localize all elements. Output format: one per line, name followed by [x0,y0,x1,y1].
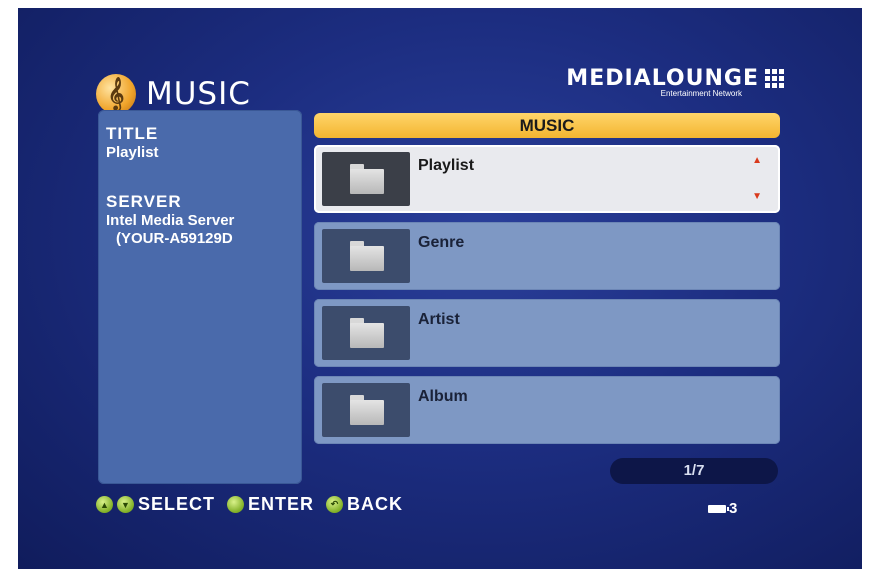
page-indicator: 1/7 [610,458,778,484]
list-item-playlist[interactable]: Playlist ▲ ▼ [314,145,780,213]
server-value-line2: (YOUR-A59129D [116,230,233,247]
folder-thumbnail [322,383,410,437]
server-value-line1: Intel Media Server [106,212,235,229]
folder-thumbnail [322,229,410,283]
title-value: Playlist [106,144,159,161]
list-item-album[interactable]: Album [314,376,780,444]
enter-button-icon [227,496,245,513]
back-hint: BACK [347,494,404,514]
list-header: MUSIC [314,113,780,138]
down-button-icon: ▼ [117,496,134,513]
up-button-icon: ▲ [96,496,113,513]
list-item-label: Playlist [418,157,475,174]
battery-icon [708,504,729,513]
section-title: MUSIC [146,76,251,112]
brand-grid-icon [765,69,784,88]
list-item-genre[interactable]: Genre [314,222,780,290]
folder-thumbnail [322,306,410,360]
enter-hint: ENTER [248,494,315,514]
tv-screen: 𝄞 MUSIC MEDIALOUNGE Entertainment Networ… [18,8,862,569]
battery-indicator: 3 [708,500,737,517]
folder-thumbnail [322,152,410,206]
list-item-label: Artist [418,311,460,328]
server-label: SERVER [106,192,182,211]
folder-icon [350,318,384,348]
title-label: TITLE [106,124,159,143]
select-hint: SELECT [138,494,216,514]
battery-count: 3 [729,500,738,517]
brand-name: MEDIALOUNGE [566,66,759,91]
info-panel: TITLE Playlist SERVER Intel Media Server… [98,110,302,484]
scroll-up-icon[interactable]: ▲ [752,155,762,166]
button-legend: ▲ ▼ SELECT ENTER ↶ BACK [96,494,411,515]
list-item-artist[interactable]: Artist [314,299,780,367]
folder-icon [350,395,384,425]
back-button-icon: ↶ [326,496,344,513]
music-note-icon: 𝄞 [96,74,136,114]
folder-icon [350,241,384,271]
brand-logo: MEDIALOUNGE Entertainment Network [566,66,784,98]
list-item-label: Genre [418,234,465,251]
list-item-label: Album [418,388,468,405]
folder-icon [350,164,384,194]
scroll-down-icon[interactable]: ▼ [752,191,762,202]
